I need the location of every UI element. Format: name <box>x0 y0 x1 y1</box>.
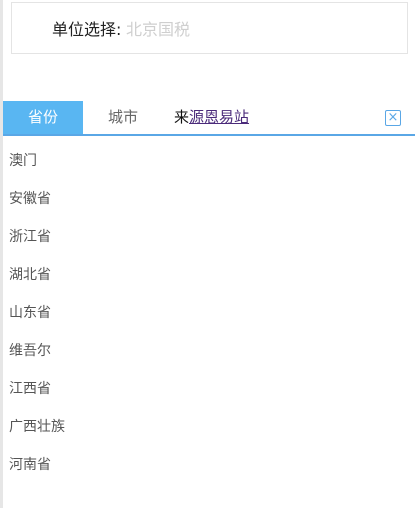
unit-select-value[interactable]: 北京国税 <box>126 20 190 40</box>
list-item[interactable]: 河南省 <box>9 446 65 484</box>
tab-city[interactable]: 城市 <box>83 101 163 134</box>
list-item[interactable]: 浙江省 <box>9 218 65 256</box>
list-item[interactable]: 江西省 <box>9 370 65 408</box>
list-item[interactable]: 广西壮族 <box>9 408 65 446</box>
tab-province[interactable]: 省份 <box>3 101 83 134</box>
list-item[interactable]: 山东省 <box>9 294 65 332</box>
list-item[interactable]: 安徽省 <box>9 180 65 218</box>
left-border <box>0 0 3 508</box>
list-item[interactable]: 维吾尔 <box>9 332 65 370</box>
unit-select-label: 单位选择: <box>52 20 122 39</box>
region-tab-bar: 省份 城市 来源恩易站 × <box>3 101 415 136</box>
province-list: 澳门 安徽省 浙江省 湖北省 山东省 维吾尔 江西省 广西壮族 河南省 <box>9 153 65 495</box>
list-item[interactable]: 湖北省 <box>9 256 65 294</box>
close-icon[interactable]: × <box>385 110 401 126</box>
tab-source[interactable]: 来源恩易站 <box>174 101 249 134</box>
tab-source-prefix: 来 <box>174 108 190 126</box>
unit-select-box[interactable]: 单位选择: 北京国税 <box>11 2 408 54</box>
tab-source-link[interactable]: 源恩易站 <box>189 108 249 126</box>
list-item[interactable]: 澳门 <box>9 142 65 180</box>
